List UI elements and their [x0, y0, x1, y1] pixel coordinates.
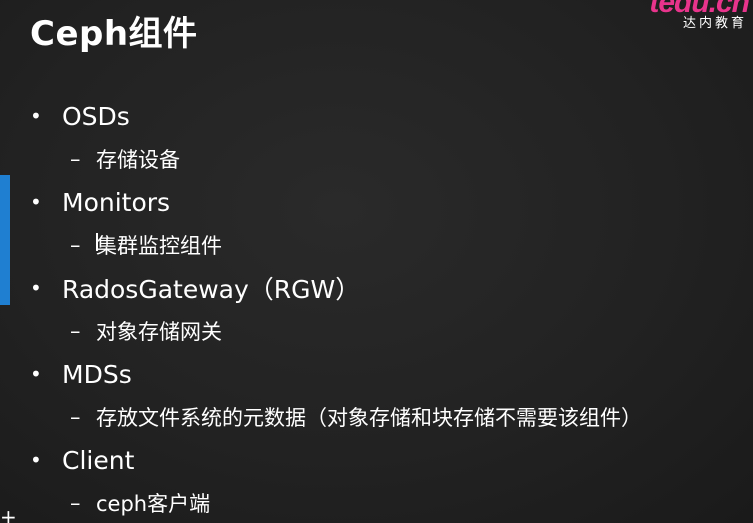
- dash-icon: –: [70, 405, 81, 429]
- list-item: • MDSs – 存放文件系统的元数据（对象存储和块存储不需要该组件）: [30, 354, 642, 440]
- list-item: • Client – ceph客户端: [30, 440, 642, 523]
- bullet-label: Client: [62, 445, 135, 475]
- bullet-icon: •: [30, 362, 42, 386]
- plus-icon: +: [0, 505, 17, 523]
- sub-bullet-label: 集群监控组件: [96, 234, 222, 258]
- slide-title: Ceph组件: [30, 14, 198, 54]
- brand-logo: tedu.cn 达内教育: [603, 0, 753, 34]
- bullet-label: OSDs: [62, 101, 130, 131]
- bullet-label: RadosGateway（RGW）: [62, 275, 361, 304]
- list-item: • Monitors – 集群监控组件: [30, 182, 642, 268]
- sub-bullet-label: 对象存储网关: [96, 320, 222, 344]
- bullet-icon: •: [30, 276, 42, 300]
- dash-icon: –: [70, 233, 81, 257]
- sub-bullet-label: 存放文件系统的元数据（对象存储和块存储不需要该组件）: [96, 406, 642, 430]
- dash-icon: –: [70, 491, 81, 515]
- sub-bullet-label: 存储设备: [96, 148, 180, 172]
- bullet-label: Monitors: [62, 187, 171, 217]
- left-accent-bar: [0, 175, 10, 305]
- dash-icon: –: [70, 319, 81, 343]
- list-item: • OSDs – 存储设备: [30, 96, 642, 182]
- bullet-icon: •: [30, 448, 42, 472]
- logo-subtitle: 达内教育: [682, 16, 747, 31]
- bullet-label: MDSs: [62, 359, 132, 389]
- bullet-list: • OSDs – 存储设备 • Monitors – 集群监控组件 • Rado…: [30, 96, 642, 523]
- bullet-icon: •: [30, 190, 42, 214]
- text-cursor-icon: [96, 233, 101, 251]
- sub-bullet-label: ceph客户端: [96, 492, 211, 516]
- list-item: • RadosGateway（RGW） – 对象存储网关: [30, 268, 642, 354]
- slide: Ceph组件 tedu.cn 达内教育 • OSDs – 存储设备 • Moni…: [0, 0, 753, 523]
- dash-icon: –: [70, 147, 81, 171]
- bullet-icon: •: [30, 104, 42, 128]
